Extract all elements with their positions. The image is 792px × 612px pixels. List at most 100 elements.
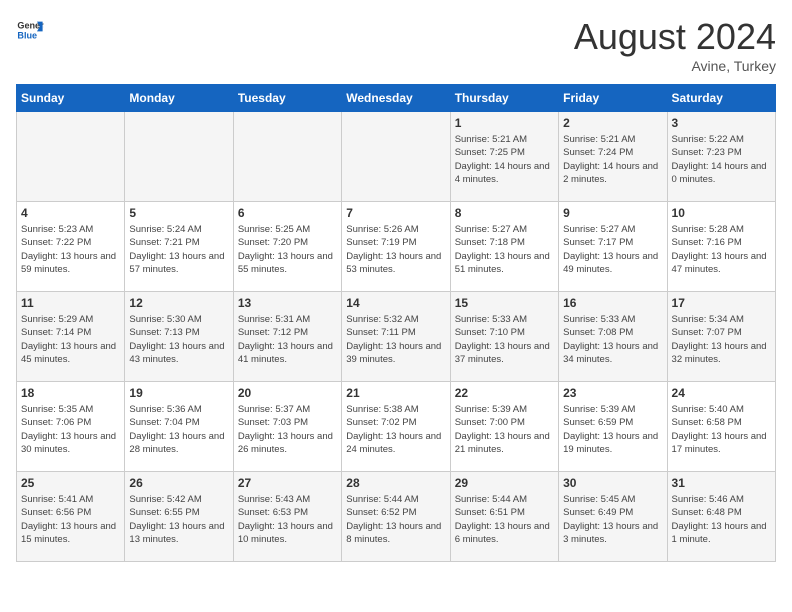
calendar-cell: 21 Sunrise: 5:38 AMSunset: 7:02 PMDayligh… (342, 382, 450, 472)
day-number: 30 (563, 476, 662, 490)
calendar-cell: 14Sunrise: 5:32 AMSunset: 7:11 PMDayligh… (342, 292, 450, 382)
day-number: 15 (455, 296, 554, 310)
day-info: Sunrise: 5:22 AMSunset: 7:23 PMDaylight:… (672, 133, 771, 186)
calendar-cell: 27Sunrise: 5:43 AMSunset: 6:53 PMDayligh… (233, 472, 341, 562)
day-info: Sunrise: 5:21 AMSunset: 7:25 PMDaylight:… (455, 133, 554, 186)
calendar-header-row: SundayMondayTuesdayWednesdayThursdayFrid… (17, 85, 776, 112)
day-info: Sunrise: 5:35 AMSunset: 7:06 PMDaylight:… (21, 403, 120, 456)
day-info: Sunrise: 5:41 AMSunset: 6:56 PMDaylight:… (21, 493, 120, 546)
calendar-cell: 9 Sunrise: 5:27 AMSunset: 7:17 PMDaylight… (559, 202, 667, 292)
svg-text:Blue: Blue (17, 30, 37, 40)
day-info: Sunrise: 5:39 AMSunset: 6:59 PMDaylight:… (563, 403, 662, 456)
calendar-cell: 31Sunrise: 5:46 AMSunset: 6:48 PMDayligh… (667, 472, 775, 562)
calendar-cell: 18Sunrise: 5:35 AMSunset: 7:06 PMDayligh… (17, 382, 125, 472)
calendar-week-1: 1 Sunrise: 5:21 AMSunset: 7:25 PMDaylight… (17, 112, 776, 202)
calendar-week-5: 25 Sunrise: 5:41 AMSunset: 6:56 PMDayligh… (17, 472, 776, 562)
calendar-cell: 23 Sunrise: 5:39 AMSunset: 6:59 PMDayligh… (559, 382, 667, 472)
day-info: Sunrise: 5:39 AMSunset: 7:00 PMDaylight:… (455, 403, 554, 456)
column-header-sunday: Sunday (17, 85, 125, 112)
day-info: Sunrise: 5:25 AMSunset: 7:20 PMDaylight:… (238, 223, 337, 276)
day-number: 23 (563, 386, 662, 400)
day-info: Sunrise: 5:29 AMSunset: 7:14 PMDaylight:… (21, 313, 120, 366)
logo-icon: General Blue (16, 16, 44, 44)
calendar-cell: 11 Sunrise: 5:29 AMSunset: 7:14 PMDayligh… (17, 292, 125, 382)
day-info: Sunrise: 5:27 AMSunset: 7:18 PMDaylight:… (455, 223, 554, 276)
column-header-friday: Friday (559, 85, 667, 112)
day-info: Sunrise: 5:38 AMSunset: 7:02 PMDaylight:… (346, 403, 445, 456)
calendar-cell: 16Sunrise: 5:33 AMSunset: 7:08 PMDayligh… (559, 292, 667, 382)
calendar-body: 1 Sunrise: 5:21 AMSunset: 7:25 PMDaylight… (17, 112, 776, 562)
day-number: 11 (21, 296, 120, 310)
calendar-week-2: 4 Sunrise: 5:23 AMSunset: 7:22 PMDaylight… (17, 202, 776, 292)
day-number: 28 (346, 476, 445, 490)
calendar-cell: 15Sunrise: 5:33 AMSunset: 7:10 PMDayligh… (450, 292, 558, 382)
page-header: General Blue August 2024 Avine, Turkey (16, 16, 776, 74)
column-header-saturday: Saturday (667, 85, 775, 112)
calendar-cell: 6Sunrise: 5:25 AMSunset: 7:20 PMDaylight… (233, 202, 341, 292)
day-info: Sunrise: 5:44 AMSunset: 6:51 PMDaylight:… (455, 493, 554, 546)
calendar-cell: 19 Sunrise: 5:36 AMSunset: 7:04 PMDayligh… (125, 382, 233, 472)
calendar-cell (125, 112, 233, 202)
day-number: 5 (129, 206, 228, 220)
calendar-week-4: 18Sunrise: 5:35 AMSunset: 7:06 PMDayligh… (17, 382, 776, 472)
column-header-tuesday: Tuesday (233, 85, 341, 112)
calendar-week-3: 11 Sunrise: 5:29 AMSunset: 7:14 PMDayligh… (17, 292, 776, 382)
day-info: Sunrise: 5:30 AMSunset: 7:13 PMDaylight:… (129, 313, 228, 366)
calendar-cell: 22 Sunrise: 5:39 AMSunset: 7:00 PMDayligh… (450, 382, 558, 472)
day-info: Sunrise: 5:28 AMSunset: 7:16 PMDaylight:… (672, 223, 771, 276)
day-number: 12 (129, 296, 228, 310)
calendar-cell: 20 Sunrise: 5:37 AMSunset: 7:03 PMDayligh… (233, 382, 341, 472)
day-info: Sunrise: 5:44 AMSunset: 6:52 PMDaylight:… (346, 493, 445, 546)
day-info: Sunrise: 5:27 AMSunset: 7:17 PMDaylight:… (563, 223, 662, 276)
day-info: Sunrise: 5:45 AMSunset: 6:49 PMDaylight:… (563, 493, 662, 546)
day-info: Sunrise: 5:36 AMSunset: 7:04 PMDaylight:… (129, 403, 228, 456)
day-number: 2 (563, 116, 662, 130)
calendar-cell: 2 Sunrise: 5:21 AMSunset: 7:24 PMDaylight… (559, 112, 667, 202)
calendar-cell: 1 Sunrise: 5:21 AMSunset: 7:25 PMDaylight… (450, 112, 558, 202)
day-number: 1 (455, 116, 554, 130)
calendar-cell: 5 Sunrise: 5:24 AMSunset: 7:21 PMDaylight… (125, 202, 233, 292)
calendar-cell: 29 Sunrise: 5:44 AMSunset: 6:51 PMDayligh… (450, 472, 558, 562)
day-number: 25 (21, 476, 120, 490)
calendar-cell: 24Sunrise: 5:40 AMSunset: 6:58 PMDayligh… (667, 382, 775, 472)
calendar-cell: 30 Sunrise: 5:45 AMSunset: 6:49 PMDayligh… (559, 472, 667, 562)
day-number: 10 (672, 206, 771, 220)
day-info: Sunrise: 5:24 AMSunset: 7:21 PMDaylight:… (129, 223, 228, 276)
calendar-cell (233, 112, 341, 202)
day-number: 4 (21, 206, 120, 220)
day-number: 27 (238, 476, 337, 490)
calendar-cell: 3Sunrise: 5:22 AMSunset: 7:23 PMDaylight… (667, 112, 775, 202)
column-header-monday: Monday (125, 85, 233, 112)
day-number: 21 (346, 386, 445, 400)
calendar-cell: 7Sunrise: 5:26 AMSunset: 7:19 PMDaylight… (342, 202, 450, 292)
calendar-cell: 25 Sunrise: 5:41 AMSunset: 6:56 PMDayligh… (17, 472, 125, 562)
day-info: Sunrise: 5:37 AMSunset: 7:03 PMDaylight:… (238, 403, 337, 456)
day-number: 29 (455, 476, 554, 490)
calendar-cell: 12 Sunrise: 5:30 AMSunset: 7:13 PMDayligh… (125, 292, 233, 382)
calendar-cell: 13 Sunrise: 5:31 AMSunset: 7:12 PMDayligh… (233, 292, 341, 382)
calendar-cell: 17Sunrise: 5:34 AMSunset: 7:07 PMDayligh… (667, 292, 775, 382)
calendar-cell: 26Sunrise: 5:42 AMSunset: 6:55 PMDayligh… (125, 472, 233, 562)
calendar-cell: 28 Sunrise: 5:44 AMSunset: 6:52 PMDayligh… (342, 472, 450, 562)
title-area: August 2024 Avine, Turkey (574, 16, 776, 74)
day-number: 19 (129, 386, 228, 400)
day-number: 17 (672, 296, 771, 310)
day-number: 20 (238, 386, 337, 400)
calendar-table: SundayMondayTuesdayWednesdayThursdayFrid… (16, 84, 776, 562)
day-number: 9 (563, 206, 662, 220)
day-info: Sunrise: 5:31 AMSunset: 7:12 PMDaylight:… (238, 313, 337, 366)
day-number: 16 (563, 296, 662, 310)
day-info: Sunrise: 5:42 AMSunset: 6:55 PMDaylight:… (129, 493, 228, 546)
day-info: Sunrise: 5:26 AMSunset: 7:19 PMDaylight:… (346, 223, 445, 276)
calendar-cell: 8Sunrise: 5:27 AMSunset: 7:18 PMDaylight… (450, 202, 558, 292)
column-header-wednesday: Wednesday (342, 85, 450, 112)
month-title: August 2024 (574, 16, 776, 58)
day-info: Sunrise: 5:21 AMSunset: 7:24 PMDaylight:… (563, 133, 662, 186)
day-number: 13 (238, 296, 337, 310)
day-info: Sunrise: 5:40 AMSunset: 6:58 PMDaylight:… (672, 403, 771, 456)
calendar-cell: 10 Sunrise: 5:28 AMSunset: 7:16 PMDayligh… (667, 202, 775, 292)
day-number: 14 (346, 296, 445, 310)
calendar-cell (342, 112, 450, 202)
day-number: 22 (455, 386, 554, 400)
day-info: Sunrise: 5:23 AMSunset: 7:22 PMDaylight:… (21, 223, 120, 276)
